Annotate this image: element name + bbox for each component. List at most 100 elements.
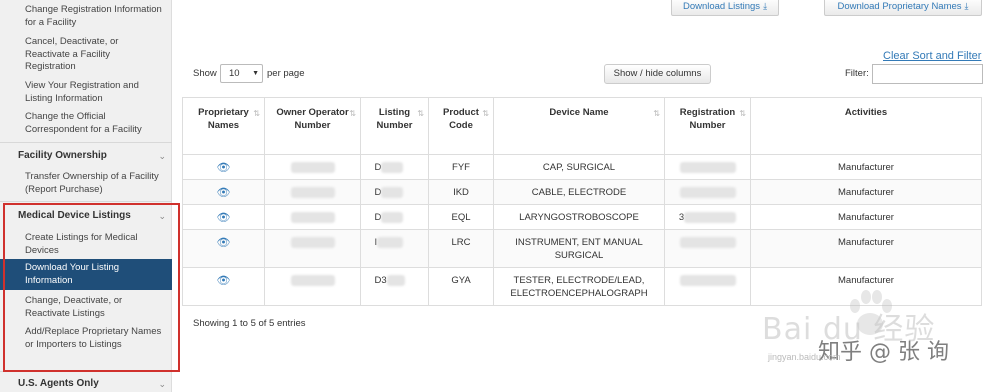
header-label: Activities bbox=[844, 107, 888, 118]
sidebar-divider bbox=[0, 201, 172, 202]
view-names-cell[interactable]: 👁 bbox=[182, 229, 265, 268]
sidebar-item-view-registration[interactable]: View Your Registration and Listing Infor… bbox=[0, 80, 172, 105]
eye-icon[interactable]: 👁 bbox=[217, 187, 231, 199]
registration-number-cell bbox=[664, 154, 751, 180]
activity-cell: Manufacturer bbox=[750, 229, 982, 268]
registration-number-cell bbox=[664, 179, 751, 205]
device-name-cell: CABLE, ELECTRODE bbox=[493, 179, 665, 205]
clear-sort-filter-link[interactable]: Clear Sort and Filter bbox=[883, 50, 981, 62]
redacted-value bbox=[679, 237, 736, 248]
product-code-cell: IKD bbox=[428, 179, 494, 205]
header-label: Registration Number bbox=[679, 107, 736, 131]
download-icon: ⤓ bbox=[763, 1, 768, 11]
listing-number: D3 bbox=[374, 275, 387, 287]
sidebar-item-cancel-deactivate[interactable]: Cancel, Deactivate, or Reactivate a Faci… bbox=[0, 36, 172, 74]
redacted-value bbox=[290, 237, 335, 248]
registration-number-cell bbox=[664, 267, 751, 306]
col-activities: Activities bbox=[750, 97, 982, 155]
sort-icon: ⇅ bbox=[739, 109, 746, 118]
page-size-select[interactable]: 10 ▼ bbox=[220, 64, 263, 83]
owner-operator-cell bbox=[264, 154, 361, 180]
redacted-value bbox=[290, 162, 335, 173]
redacted-value bbox=[381, 162, 404, 173]
table-row: 👁 D FYF CAP, SURGICAL Manufacturer bbox=[182, 154, 982, 180]
sidebar-item-change-correspondent[interactable]: Change the Official Correspondent for a … bbox=[0, 111, 172, 136]
device-name-cell: INSTRUMENT, ENT MANUAL SURGICAL bbox=[493, 229, 665, 268]
registration-number-cell bbox=[664, 229, 751, 268]
chevron-down-icon: ⌄ bbox=[158, 379, 166, 389]
product-code-cell: EQL bbox=[428, 204, 494, 230]
sidebar-item-transfer-ownership[interactable]: Transfer Ownership of a Facility (Report… bbox=[0, 171, 172, 196]
device-name-cell: CAP, SURGICAL bbox=[493, 154, 665, 180]
filter-label: Filter: bbox=[845, 68, 869, 79]
col-product-code[interactable]: Product Code ⇅ bbox=[428, 97, 494, 155]
redacted-value bbox=[290, 212, 335, 223]
sidebar-item-change-registration[interactable]: Change Registration Information for a Fa… bbox=[0, 4, 172, 29]
listing-number: D bbox=[374, 187, 382, 199]
listing-number-cell: D3 bbox=[360, 267, 429, 306]
sort-icon: ⇅ bbox=[653, 109, 660, 118]
redacted-value bbox=[381, 187, 404, 198]
product-code-cell: FYF bbox=[428, 154, 494, 180]
view-names-cell[interactable]: 👁 bbox=[182, 179, 265, 205]
product-code-cell: LRC bbox=[428, 229, 494, 268]
sidebar-section-us-agents[interactable]: U.S. Agents Only ⌄ bbox=[0, 377, 172, 391]
listing-number-cell: D bbox=[360, 179, 429, 205]
redacted-value bbox=[684, 212, 737, 223]
chevron-down-icon: ⌄ bbox=[158, 151, 166, 161]
app-root: Change Registration Information for a Fa… bbox=[0, 0, 1002, 392]
button-label: Download Listings bbox=[682, 1, 761, 12]
sort-icon: ⇅ bbox=[349, 109, 356, 118]
button-label: Download Proprietary Names bbox=[837, 1, 962, 12]
listing-number-cell: I bbox=[360, 229, 429, 268]
view-names-cell[interactable]: 👁 bbox=[182, 154, 265, 180]
header-label: Product Code bbox=[443, 107, 479, 131]
activity-cell: Manufacturer bbox=[750, 179, 982, 205]
sidebar-section-facility-ownership[interactable]: Facility Ownership ⌄ bbox=[0, 149, 172, 163]
activity-cell: Manufacturer bbox=[750, 204, 982, 230]
sort-icon: ⇅ bbox=[253, 109, 260, 118]
activity-cell: Manufacturer bbox=[750, 154, 982, 180]
show-label: Show bbox=[193, 68, 217, 79]
eye-icon[interactable]: 👁 bbox=[217, 212, 231, 224]
baidu-url-watermark: jingyan.baidu.com bbox=[768, 352, 841, 362]
owner-operator-cell bbox=[264, 229, 361, 268]
download-proprietary-names-button[interactable]: Download Proprietary Names ⤓ bbox=[824, 0, 982, 16]
col-owner-operator[interactable]: Owner Operator Number ⇅ bbox=[264, 97, 361, 155]
redacted-value bbox=[381, 212, 404, 223]
view-names-cell[interactable]: 👁 bbox=[182, 204, 265, 230]
show-hide-columns-button[interactable]: Show / hide columns bbox=[604, 64, 711, 84]
device-name-cell: LARYNGOSTROBOSCOPE bbox=[493, 204, 665, 230]
filter-input[interactable] bbox=[872, 64, 983, 84]
sidebar-divider bbox=[0, 142, 172, 143]
header-label: Listing Number bbox=[376, 107, 413, 131]
section-title: U.S. Agents Only bbox=[18, 378, 99, 389]
redacted-value bbox=[679, 275, 736, 286]
col-registration-number[interactable]: Registration Number ⇅ bbox=[664, 97, 751, 155]
listing-number-cell: D bbox=[360, 154, 429, 180]
download-listings-button[interactable]: Download Listings ⤓ bbox=[671, 0, 779, 16]
redacted-value bbox=[679, 187, 736, 198]
header-label: Owner Operator Number bbox=[276, 107, 349, 131]
sort-icon: ⇅ bbox=[482, 109, 489, 118]
owner-operator-cell bbox=[264, 204, 361, 230]
table-row: 👁 I LRC INSTRUMENT, ENT MANUAL SURGICAL … bbox=[182, 229, 982, 268]
highlight-annotation-box bbox=[3, 203, 180, 372]
device-name-cell: TESTER, ELECTRODE/LEAD, ELECTROENCEPHALO… bbox=[493, 267, 665, 306]
redacted-value bbox=[290, 187, 335, 198]
table-row: 👁 D IKD CABLE, ELECTRODE Manufacturer bbox=[182, 179, 982, 205]
redacted-value bbox=[386, 275, 405, 286]
header-label: Proprietary Names bbox=[198, 107, 249, 131]
col-device-name[interactable]: Device Name ⇅ bbox=[493, 97, 665, 155]
listings-table: Proprietary Names ⇅ Owner Operator Number… bbox=[182, 97, 982, 306]
col-listing-number[interactable]: Listing Number ⇅ bbox=[360, 97, 429, 155]
eye-icon[interactable]: 👁 bbox=[217, 237, 231, 249]
col-proprietary-names[interactable]: Proprietary Names ⇅ bbox=[182, 97, 265, 155]
redacted-value bbox=[290, 275, 335, 286]
eye-icon[interactable]: 👁 bbox=[217, 162, 231, 174]
owner-operator-cell bbox=[264, 179, 361, 205]
view-names-cell[interactable]: 👁 bbox=[182, 267, 265, 306]
eye-icon[interactable]: 👁 bbox=[217, 275, 231, 287]
table-info: Showing 1 to 5 of 5 entries bbox=[193, 318, 306, 329]
sort-icon: ⇅ bbox=[417, 109, 424, 118]
